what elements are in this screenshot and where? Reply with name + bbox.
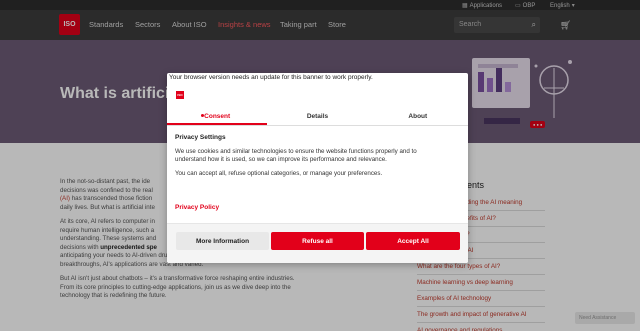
tab-consent[interactable]: Consent [167,108,268,125]
accept-all-button[interactable]: Accept All [366,232,460,250]
privacy-options-text: You can accept all, refuse optional cate… [175,170,383,177]
tab-about[interactable]: About [368,108,468,125]
cookie-consent-dialog: Your browser version needs an update for… [167,73,468,263]
privacy-policy-link[interactable]: Privacy Policy [175,204,219,211]
privacy-description: We use cookies and similar technologies … [175,148,417,163]
browser-update-notice: Your browser version needs an update for… [169,74,373,81]
more-information-button[interactable]: More Information [176,232,269,250]
consent-button-row: More Information Refuse all Accept All [167,223,468,263]
iso-logo-small: ISO [176,91,184,99]
refuse-all-button[interactable]: Refuse all [271,232,364,250]
privacy-settings-heading: Privacy Settings [175,134,226,141]
tab-details[interactable]: Details [267,108,367,125]
consent-tabs: Consent Details About [167,108,468,126]
active-dot-icon [201,114,204,117]
